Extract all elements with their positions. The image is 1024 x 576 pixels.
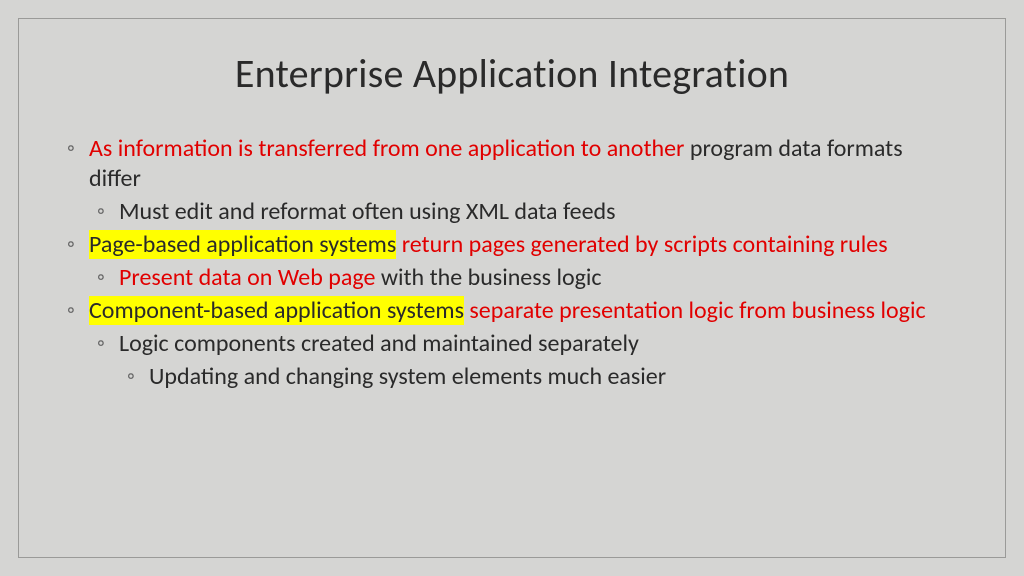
text-plain: Must edit and reformat often using XML d… <box>119 197 616 226</box>
bullet-3a1: Updating and changing system elements mu… <box>127 362 957 392</box>
text-plain: Logic components created and maintained … <box>119 329 639 358</box>
bullet-3: Component-based application systems sepa… <box>67 296 957 326</box>
bullet-1a: Must edit and reformat often using XML d… <box>97 197 957 227</box>
slide-title: Enterprise Application Integration <box>67 49 957 98</box>
text-highlight: Component-based application systems <box>89 296 464 325</box>
text-red: separate presentation logic from busines… <box>469 296 925 325</box>
text-plain: with the business logic <box>375 263 601 292</box>
bullet-3a: Logic components created and maintained … <box>97 329 957 359</box>
bullet-2a: Present data on Web page with the busine… <box>97 263 957 293</box>
bullet-1: As information is transferred from one a… <box>67 134 957 194</box>
bullet-2: Page-based application systems return pa… <box>67 230 957 260</box>
text-highlight: Page-based application systems <box>89 230 396 259</box>
text-red: As information is transferred from one a… <box>89 134 684 163</box>
text-red: Present data on Web page <box>119 263 375 292</box>
text-plain: Updating and changing system elements mu… <box>149 362 666 391</box>
text-red: return pages generated by scripts contai… <box>402 230 888 259</box>
slide-frame: Enterprise Application Integration As in… <box>18 18 1006 558</box>
